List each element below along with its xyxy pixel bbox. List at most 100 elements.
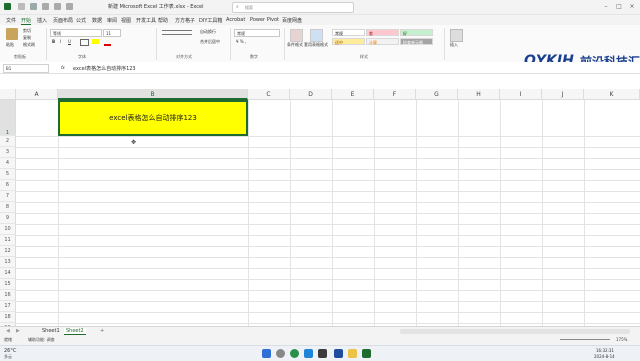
row-header-2[interactable]: 2 [0,136,16,147]
fill-color-icon[interactable] [92,39,99,44]
minimize-icon[interactable]: – [600,2,612,11]
status-accessibility[interactable]: 辅助功能: 调查 [28,337,55,343]
row-header-4[interactable]: 4 [0,158,16,169]
row-header-11[interactable]: 11 [0,235,16,246]
paste-icon[interactable] [6,28,18,40]
edge-icon[interactable] [304,349,313,358]
save-icon[interactable] [30,3,37,10]
sheet-tab-sheet1[interactable]: Sheet1 [42,328,60,334]
formula-input[interactable]: excel表格怎么自动排序123 [73,65,136,72]
start-icon[interactable] [262,349,271,358]
italic-button[interactable]: I [60,39,61,44]
autosave-icon[interactable] [18,3,25,10]
format-painter-button[interactable]: 格式刷 [23,42,35,48]
zoom-level[interactable]: 175% [616,337,627,342]
column-header-h[interactable]: H [458,89,500,100]
select-all-corner[interactable] [0,89,16,100]
style-neutral[interactable]: 适中 [332,38,365,45]
underline-button[interactable]: U [68,39,71,44]
insert-cells-icon[interactable] [450,29,463,42]
table-format-button[interactable]: 套用表格格式 [304,42,328,48]
tab-developer[interactable]: 开发工具 [136,17,156,24]
merge-center-button[interactable]: 合并后居中 [200,39,220,45]
tab-baidu-netdisk[interactable]: 百度网盘 [282,17,302,24]
border-icon[interactable] [80,39,89,46]
style-good[interactable]: 好 [400,29,433,36]
currency-icon[interactable]: ¥ % , [236,39,246,44]
undo-icon[interactable] [42,3,49,10]
tab-insert[interactable]: 插入 [37,17,47,24]
row-header-12[interactable]: 12 [0,246,16,257]
copy-button[interactable]: 复制 [23,35,31,41]
excel-taskbar-icon[interactable] [362,349,371,358]
row-header-3[interactable]: 3 [0,147,16,158]
add-sheet-button[interactable]: + [100,328,104,334]
name-box[interactable]: B1 [3,64,49,73]
column-header-c[interactable]: C [248,89,290,100]
customize-toolbar-icon[interactable] [66,3,73,10]
tab-data[interactable]: 数据 [92,17,102,24]
bold-button[interactable]: B [52,39,55,44]
horizontal-scrollbar[interactable] [400,329,630,334]
fx-icon[interactable]: fx [61,65,65,70]
sheet-nav-left-icon[interactable]: ◀ [6,328,10,334]
row-header-8[interactable]: 8 [0,202,16,213]
row-header-9[interactable]: 9 [0,213,16,224]
column-header-g[interactable]: G [416,89,458,100]
conditional-format-button[interactable]: 条件格式 [287,42,303,48]
style-calculation[interactable]: 计算 [366,38,399,45]
sheet-tab-sheet2[interactable]: Sheet2 [64,328,86,335]
tab-home[interactable]: 开始 [21,17,32,25]
style-check-cell[interactable]: 检查单元格 [400,38,433,45]
wrap-text-button[interactable]: 自动换行 [200,29,216,35]
chrome-icon[interactable] [290,349,299,358]
column-header-i[interactable]: I [500,89,542,100]
tab-help[interactable]: 帮助 [158,17,168,24]
font-color-icon[interactable] [104,39,111,46]
tab-fangfangezi[interactable]: 方方格子 [175,17,195,24]
explorer-icon[interactable] [348,349,357,358]
column-header-e[interactable]: E [332,89,374,100]
tab-file[interactable]: 文件 [6,17,16,24]
column-header-j[interactable]: J [542,89,584,100]
worksheet-grid[interactable]: A B C D E F G H I J K 1 2 3 4 5 6 7 8 9 … [0,89,640,326]
column-header-d[interactable]: D [290,89,332,100]
column-header-a[interactable]: A [16,89,58,100]
tab-page-layout[interactable]: 页面布局 [53,17,73,24]
column-header-k[interactable]: K [584,89,640,100]
cut-button[interactable]: 剪切 [23,28,31,34]
tab-review[interactable]: 审阅 [107,17,117,24]
paste-button[interactable]: 粘贴 [6,42,14,48]
tab-view[interactable]: 视图 [121,17,131,24]
zoom-slider[interactable] [560,339,610,340]
row-header-7[interactable]: 7 [0,191,16,202]
tab-formulas[interactable]: 公式 [76,17,86,24]
row-header-18[interactable]: 18 [0,312,16,323]
column-header-b[interactable]: B [58,89,248,100]
tab-diy-toolbox[interactable]: DIY工具箱 [199,17,222,24]
row-header-14[interactable]: 14 [0,268,16,279]
table-format-icon[interactable] [310,29,323,42]
row-header-15[interactable]: 15 [0,279,16,290]
row-header-6[interactable]: 6 [0,180,16,191]
terminal-icon[interactable] [318,349,327,358]
word-icon[interactable] [334,349,343,358]
align-icons[interactable] [162,30,192,35]
search-taskbar-icon[interactable] [276,349,285,358]
row-header-10[interactable]: 10 [0,224,16,235]
row-header-5[interactable]: 5 [0,169,16,180]
number-format-select[interactable]: 常规 [234,29,280,37]
row-header-13[interactable]: 13 [0,257,16,268]
tab-acrobat[interactable]: Acrobat [226,17,245,23]
maximize-icon[interactable]: □ [613,2,625,11]
font-name-select[interactable]: 等线 [50,29,102,37]
conditional-format-icon[interactable] [290,29,303,42]
row-header-1[interactable]: 1 [0,100,16,136]
style-bad[interactable]: 差 [366,29,399,36]
row-header-17[interactable]: 17 [0,301,16,312]
close-icon[interactable]: × [626,2,638,11]
redo-icon[interactable] [54,3,61,10]
insert-button[interactable]: 插入 [450,42,458,48]
search-box[interactable]: ⌕ 搜索 [232,2,354,13]
style-normal[interactable]: 常规 [332,29,365,36]
